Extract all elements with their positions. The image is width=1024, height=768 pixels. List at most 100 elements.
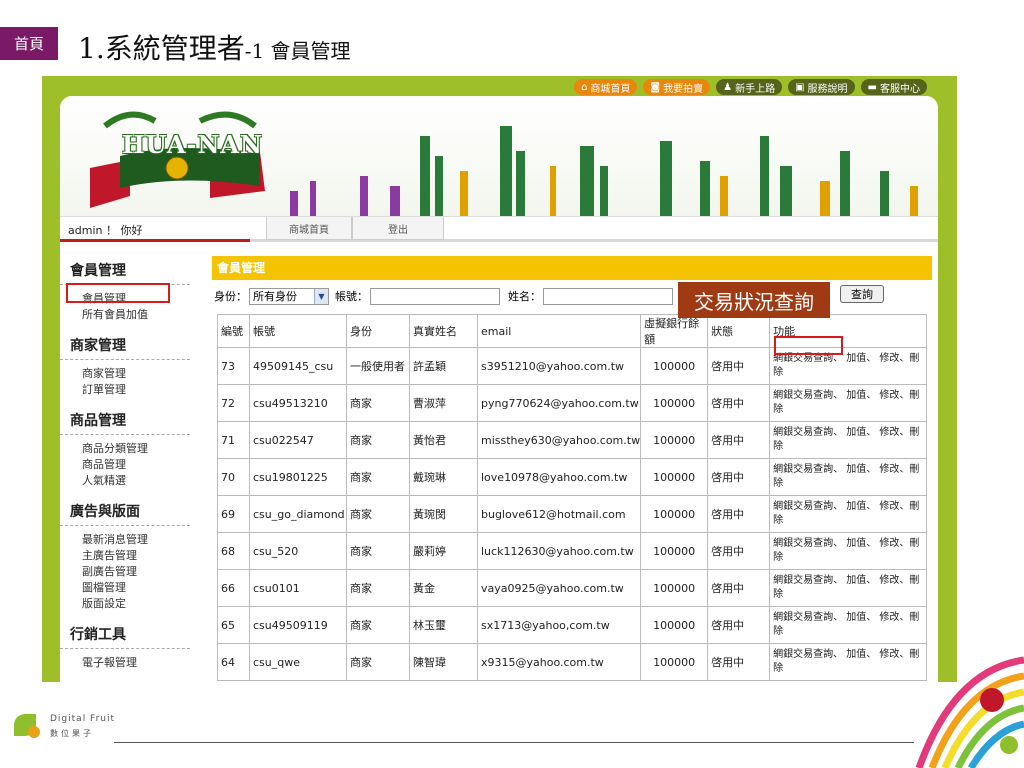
cell-balance: 100000 — [640, 495, 709, 533]
sidebar-item-layout-settings[interactable]: 版面設定 — [60, 596, 190, 612]
sidebar-item-newsletter[interactable]: 電子報管理 — [60, 655, 190, 671]
cell-email: vaya0925@yahoo.com.tw — [476, 569, 642, 607]
query-button[interactable]: 查詢 — [840, 285, 884, 303]
topnav-service[interactable]: ▣ 服務說明 — [788, 79, 855, 95]
fruit-icon — [28, 726, 40, 738]
cell-id: 66 — [217, 569, 250, 607]
tab-shop-home[interactable]: 商城首頁 — [266, 217, 352, 240]
topnav-support[interactable]: ▬ 客服中心 — [860, 79, 927, 95]
decoration-art — [915, 656, 1024, 768]
identity-select[interactable]: 所有身份 ▼ — [249, 287, 329, 305]
tab-logout[interactable]: 登出 — [352, 217, 444, 240]
sidebar-title: 廣告與版面 — [60, 497, 190, 526]
account-label: 帳號： — [335, 290, 368, 303]
sidebar-item-category-management[interactable]: 商品分類管理 — [60, 441, 190, 457]
sidebar-item-image-files[interactable]: 圖檔管理 — [60, 580, 190, 596]
name-input[interactable] — [543, 287, 673, 305]
cell-identity: 商家 — [346, 643, 410, 681]
topnav-label: 我要拍賣 — [663, 83, 704, 95]
col-identity: 身份 — [346, 314, 410, 348]
greeting-underline — [60, 239, 250, 242]
row-actions[interactable]: 網銀交易查詢、 加值、 修改、刪除 — [769, 643, 927, 681]
row-actions[interactable]: 網銀交易查詢、 加值、 修改、刪除 — [769, 606, 927, 644]
sidebar-section-merchants: 商家管理 商家管理 訂單管理 — [60, 331, 190, 398]
sidebar-item-main-ads[interactable]: 主廣告管理 — [60, 548, 190, 564]
table-row: 72 csu49513210 商家 曹淑萍 pyng770624@yahoo.com.t… — [217, 384, 927, 422]
cell-status: 啓用中 — [707, 532, 771, 570]
cell-account: 49509145_csu — [249, 347, 347, 385]
footer-divider — [114, 742, 914, 743]
sidebar: 會員管理 會員管理 所有會員加值 商家管理 商家管理 訂單管理 商品管理 商品分… — [60, 256, 190, 679]
cell-real-name: 黃怡君 — [409, 421, 478, 459]
cell-account: csu022547 — [249, 421, 347, 459]
sidebar-item-news[interactable]: 最新消息管理 — [60, 532, 190, 548]
topnav-newbie[interactable]: ♟ 新手上路 — [716, 79, 783, 95]
cell-id: 65 — [217, 606, 250, 644]
home-icon: ⌂ — [581, 81, 588, 93]
sidebar-title: 商家管理 — [60, 331, 190, 360]
cell-email: s3951210@yahoo.com.tw — [476, 347, 642, 385]
col-status: 狀態 — [707, 314, 771, 348]
identity-select-value: 所有身份 — [253, 290, 297, 303]
cell-email: missthey630@yahoo.com.tw — [476, 421, 642, 459]
cell-email: pyng770624@yahoo.com.tw — [476, 384, 642, 422]
col-account: 帳號 — [249, 314, 347, 348]
topnav-shop-home[interactable]: ⌂ 商城首頁 — [574, 79, 638, 95]
cell-id: 68 — [217, 532, 250, 570]
cell-balance: 100000 — [640, 532, 709, 570]
table-row: 71 csu022547 商家 黃怡君 missthey630@yahoo.com.tw… — [217, 421, 927, 459]
sidebar-item-sub-ads[interactable]: 副廣告管理 — [60, 564, 190, 580]
cell-balance: 100000 — [640, 421, 709, 459]
identity-label: 身份： — [214, 290, 247, 303]
cell-account: csu_go_diamond — [249, 495, 347, 533]
info-icon: ▣ — [795, 81, 805, 93]
user-bar: admin ！ 你好 商城首頁 登出 — [60, 216, 938, 242]
cell-balance: 100000 — [640, 384, 709, 422]
sidebar-item-product-management[interactable]: 商品管理 — [60, 457, 190, 473]
cell-balance: 100000 — [640, 569, 709, 607]
brand-name-cn: 數位果子 — [50, 729, 94, 738]
cell-status: 啓用中 — [707, 458, 771, 496]
cell-real-name: 曹淑萍 — [409, 384, 478, 422]
cell-email: sx1713@yahoo,com.tw — [476, 606, 642, 644]
sidebar-item-popular-picks[interactable]: 人氣精選 — [60, 473, 190, 489]
banner: HUA-NAN — [60, 96, 938, 216]
cell-id: 73 — [217, 347, 250, 385]
highlight-box-member-management — [66, 283, 170, 303]
row-actions[interactable]: 網銀交易查詢、 加值、 修改、刪除 — [769, 569, 927, 607]
highlight-box-transaction-query — [774, 336, 843, 355]
cell-status: 啓用中 — [707, 347, 771, 385]
sidebar-item-member-topup[interactable]: 所有會員加值 — [60, 307, 190, 323]
cell-real-name: 許孟穎 — [409, 347, 478, 385]
row-actions[interactable]: 網銀交易查詢、 加值、 修改、刪除 — [769, 458, 927, 496]
cell-status: 啓用中 — [707, 606, 771, 644]
row-actions[interactable]: 網銀交易查詢、 加值、 修改、刪除 — [769, 532, 927, 570]
member-table: 編號 帳號 身份 真實姓名 email 虛擬銀行餘額 狀態 功能 73 49509… — [217, 314, 927, 681]
cell-email: x9315@yahoo.com.tw — [476, 643, 642, 681]
cell-balance: 100000 — [640, 458, 709, 496]
sidebar-item-order-management[interactable]: 訂單管理 — [60, 382, 190, 398]
row-actions[interactable]: 網銀交易查詢、 加值、 修改、刪除 — [769, 495, 927, 533]
slide-title-sub: -1 會員管理 — [244, 39, 351, 63]
table-row: 66 csu0101 商家 黃金 vaya0925@yahoo.com.tw 100000… — [217, 569, 927, 607]
brand-name: Digital Fruit — [50, 714, 116, 724]
site-logo[interactable]: HUA-NAN — [122, 130, 263, 159]
account-input[interactable] — [370, 287, 500, 305]
sidebar-item-merchant-management[interactable]: 商家管理 — [60, 366, 190, 382]
cell-identity: 商家 — [346, 421, 410, 459]
home-tab[interactable]: 首頁 — [0, 27, 58, 60]
cell-id: 69 — [217, 495, 250, 533]
topnav-auction[interactable]: ◙ 我要拍賣 — [643, 79, 711, 95]
cell-status: 啓用中 — [707, 421, 771, 459]
cell-real-name: 黃金 — [409, 569, 478, 607]
cell-balance: 100000 — [640, 606, 709, 644]
sidebar-section-products: 商品管理 商品分類管理 商品管理 人氣精選 — [60, 406, 190, 489]
cell-email: buglove612@hotmail.com — [476, 495, 642, 533]
cell-real-name: 嚴莉婷 — [409, 532, 478, 570]
cell-account: csu49509119 — [249, 606, 347, 644]
row-actions[interactable]: 網銀交易查詢、 加值、 修改、刪除 — [769, 384, 927, 422]
row-actions[interactable]: 網銀交易查詢、 加值、 修改、刪除 — [769, 421, 927, 459]
sidebar-title: 商品管理 — [60, 406, 190, 435]
main-content: 會員管理 身份： 所有身份▼ 帳號： 姓名： em 查詢 交易狀況查詢 編號 — [212, 256, 932, 681]
table-body: 73 49509145_csu 一般使用者 許孟穎 s3951210@yahoo.com… — [217, 347, 927, 681]
